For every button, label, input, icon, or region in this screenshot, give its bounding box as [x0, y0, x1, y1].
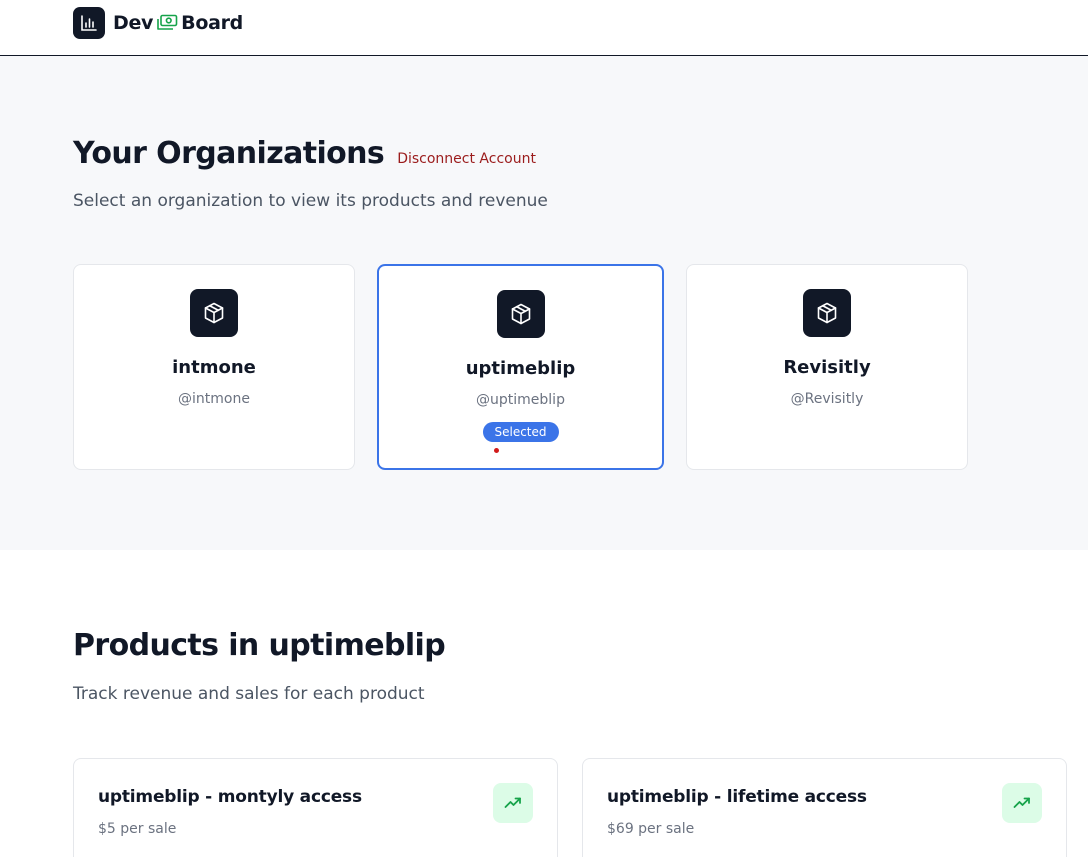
product-card: uptimeblip - lifetime access $69 per sal… [582, 758, 1067, 857]
products-subtitle: Track revenue and sales for each product [73, 684, 425, 704]
chart-icon [73, 7, 105, 39]
org-card-intmone[interactable]: intmone @intmone [73, 264, 355, 470]
product-price: $69 per sale [607, 821, 695, 837]
org-name: intmone [172, 357, 256, 378]
trending-up-icon[interactable] [1002, 783, 1042, 823]
org-handle: @uptimeblip [476, 392, 565, 408]
trending-up-icon[interactable] [493, 783, 533, 823]
organizations-subtitle: Select an organization to view its produ… [73, 191, 548, 211]
box-icon [190, 289, 238, 337]
products-title: Products in uptimeblip [73, 628, 446, 663]
organizations-title: Your Organizations [73, 136, 385, 171]
selected-badge: Selected [482, 422, 559, 442]
org-handle: @intmone [178, 391, 250, 407]
product-price: $5 per sale [98, 821, 177, 837]
status-dot [494, 448, 499, 453]
product-name: uptimeblip - montyly access [98, 787, 362, 807]
org-name: uptimeblip [465, 358, 576, 379]
top-header: Dev Board [0, 0, 1088, 56]
org-handle: @Revisitly [790, 391, 864, 407]
organizations-section: Your Organizations Disconnect Account Se… [0, 56, 1088, 550]
logo-prefix: Dev [113, 12, 154, 34]
box-icon [803, 289, 851, 337]
organizations-title-row: Your Organizations Disconnect Account [73, 136, 536, 171]
logo-suffix: Board [181, 12, 243, 34]
org-card-revisitly[interactable]: Revisitly @Revisitly [686, 264, 968, 470]
box-icon [496, 290, 545, 338]
product-name: uptimeblip - lifetime access [607, 787, 867, 807]
product-card: uptimeblip - montyly access $5 per sale [73, 758, 558, 857]
disconnect-account-link[interactable]: Disconnect Account [397, 151, 536, 167]
money-icon [156, 14, 178, 32]
org-name: Revisitly [783, 357, 871, 378]
app-logo[interactable]: Dev Board [73, 7, 243, 39]
org-card-uptimeblip[interactable]: uptimeblip @uptimeblip Selected [377, 264, 664, 470]
